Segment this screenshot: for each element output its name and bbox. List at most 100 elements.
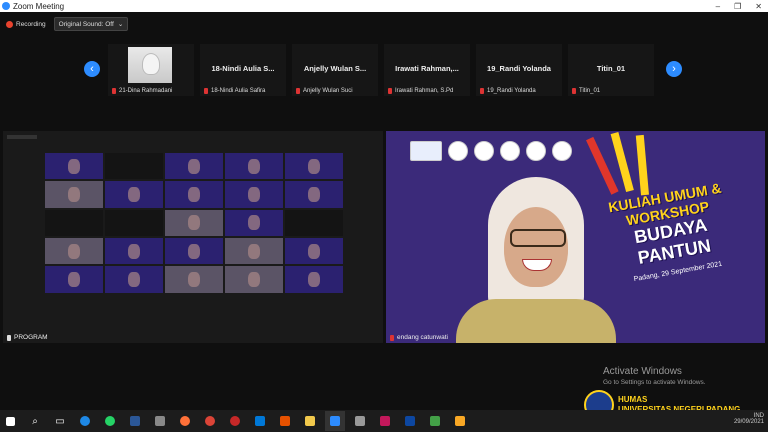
activate-subtitle: Go to Settings to activate Windows.: [603, 379, 706, 386]
gallery-tile: [225, 181, 283, 208]
participant-caption: Irawati Rahman, S.Pd: [395, 88, 454, 94]
logo: [410, 141, 442, 161]
panel-caption: PROGRAM: [7, 334, 48, 341]
recording-icon: [6, 20, 13, 28]
app-icon[interactable]: [350, 411, 370, 431]
panel-caption-label: PROGRAM: [14, 334, 48, 341]
firefox-icon[interactable]: [175, 411, 195, 431]
window-titlebar: Zoom Meeting – ❐ ✕: [0, 0, 768, 12]
participant-caption: 18-Nindi Aulia Safira: [211, 88, 266, 94]
app-icon[interactable]: [250, 411, 270, 431]
app-icon[interactable]: [450, 411, 470, 431]
participant-tile[interactable]: 21-Dina Rahmadani: [108, 44, 194, 96]
maximize-button[interactable]: ❐: [734, 2, 741, 11]
shared-screen-toolbar: [7, 135, 37, 139]
participant-strip: ‹ 21-Dina Rahmadani 18-Nindi Aulia S... …: [80, 44, 700, 96]
mic-muted-icon: [390, 334, 394, 341]
windows-taskbar: ⌕ ▭ IND 29/09/2021: [0, 410, 768, 432]
whatsapp-icon[interactable]: [100, 411, 120, 431]
gallery-tile: [165, 266, 223, 293]
gallery-tile: [285, 266, 343, 293]
mic-muted-icon: [296, 88, 300, 94]
speaker-video[interactable]: KULIAH UMUM & WORKSHOP BUDAYA PANTUN Pad…: [386, 131, 765, 343]
recording-label: Recording: [16, 20, 46, 28]
gallery-tile: [225, 266, 283, 293]
tray-date: 29/09/2021: [733, 419, 764, 425]
gallery-grid: [45, 153, 343, 321]
word-icon[interactable]: [125, 411, 145, 431]
participant-tile[interactable]: 18-Nindi Aulia S... 18-Nindi Aulia Safir…: [200, 44, 286, 96]
mic-muted-icon: [112, 88, 116, 94]
original-sound-label: Original Sound: Off: [58, 20, 114, 28]
app-icon[interactable]: [425, 411, 445, 431]
gallery-tile: [285, 153, 343, 180]
gallery-tile: [285, 209, 343, 236]
branding-line1: HUMAS: [618, 395, 648, 404]
meeting-toolbar: Recording Original Sound: Off ⌄: [0, 14, 768, 34]
minimize-button[interactable]: –: [716, 2, 720, 11]
participant-name: Irawati Rahman,...: [395, 64, 459, 73]
mic-muted-icon: [572, 88, 576, 94]
gallery-tile: [225, 238, 283, 265]
participant-caption: 21-Dina Rahmadani: [119, 88, 173, 94]
edge-icon[interactable]: [75, 411, 95, 431]
app-icon[interactable]: [375, 411, 395, 431]
record-icon[interactable]: [225, 411, 245, 431]
participant-name: Titin_01: [596, 64, 626, 73]
logo: [474, 141, 494, 161]
next-page-button[interactable]: ›: [666, 61, 682, 77]
zoom-icon[interactable]: [325, 411, 345, 431]
mic-muted-icon: [480, 88, 484, 94]
participant-caption: Titin_01: [579, 88, 601, 94]
participant-video: [128, 47, 172, 83]
participant-tile[interactable]: Irawati Rahman,... Irawati Rahman, S.Pd: [384, 44, 470, 96]
mic-muted-icon: [204, 88, 208, 94]
gallery-tile: [45, 209, 103, 236]
previous-page-button[interactable]: ‹: [84, 61, 100, 77]
logo: [500, 141, 520, 161]
shared-screen-program[interactable]: PROGRAM: [3, 131, 383, 343]
panel-caption-label: endang catunwati: [397, 334, 448, 341]
app-icon[interactable]: [275, 411, 295, 431]
participant-tile[interactable]: Titin_01 Titin_01: [568, 44, 654, 96]
window-title: Zoom Meeting: [13, 1, 65, 11]
participant-tile[interactable]: Anjelly Wulan S... Anjelly Wulan Suci: [292, 44, 378, 96]
gallery-tile: [165, 153, 223, 180]
decor-streak: [635, 134, 649, 196]
search-icon[interactable]: ⌕: [25, 411, 45, 431]
logo: [448, 141, 468, 161]
gallery-tile: [165, 181, 223, 208]
participant-name: 18-Nindi Aulia S...: [211, 64, 275, 73]
participant-name: Anjelly Wulan S...: [303, 64, 367, 73]
zoom-logo-icon: [2, 2, 10, 10]
chrome-icon[interactable]: [200, 411, 220, 431]
logo: [526, 141, 546, 161]
gallery-tile: [45, 181, 103, 208]
gallery-tile: [285, 181, 343, 208]
activate-windows-watermark: Activate Windows Go to Settings to activ…: [603, 366, 706, 386]
windows-start-icon[interactable]: [0, 411, 20, 431]
close-button[interactable]: ✕: [755, 2, 762, 11]
gallery-tile: [105, 266, 163, 293]
chevron-down-icon: ⌄: [117, 21, 124, 28]
speaker-figure: [456, 167, 616, 343]
system-tray[interactable]: IND 29/09/2021: [734, 413, 764, 425]
file-explorer-icon[interactable]: [300, 411, 320, 431]
gallery-tile: [165, 209, 223, 236]
participant-tile[interactable]: 19_Randi Yolanda 19_Randi Yolanda: [476, 44, 562, 96]
gallery-tile: [105, 153, 163, 180]
gallery-tile: [45, 266, 103, 293]
photoshop-icon[interactable]: [400, 411, 420, 431]
sponsor-logos: [410, 141, 572, 161]
photos-icon[interactable]: [150, 411, 170, 431]
gallery-tile: [225, 209, 283, 236]
original-sound-button[interactable]: Original Sound: Off ⌄: [53, 17, 129, 31]
gallery-tile: [45, 238, 103, 265]
gallery-tile: [105, 238, 163, 265]
gallery-tile: [105, 209, 163, 236]
gallery-tile: [165, 238, 223, 265]
activate-title: Activate Windows: [603, 366, 682, 377]
participant-name: 19_Randi Yolanda: [487, 64, 551, 73]
gallery-tile: [285, 238, 343, 265]
task-view-icon[interactable]: ▭: [50, 411, 70, 431]
